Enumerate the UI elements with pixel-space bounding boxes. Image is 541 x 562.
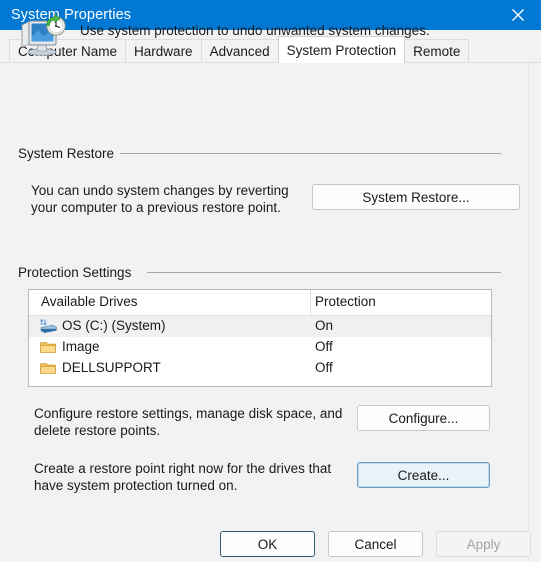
ok-button[interactable]: OK xyxy=(220,531,315,557)
table-row[interactable]: Image Off xyxy=(29,337,491,358)
apply-button: Apply xyxy=(436,531,531,557)
tab-system-protection[interactable]: System Protection xyxy=(277,36,406,63)
group-rule-protection-settings xyxy=(147,272,501,273)
group-rule-system-restore xyxy=(120,153,501,154)
panel-right-edge xyxy=(528,63,529,562)
configure-button[interactable]: Configure... xyxy=(357,405,490,431)
column-divider[interactable] xyxy=(310,290,311,315)
column-header-protection[interactable]: Protection xyxy=(315,294,376,309)
drive-name: Image xyxy=(62,339,100,354)
drive-protection-status: Off xyxy=(315,360,333,375)
group-label-system-restore: System Restore xyxy=(18,146,123,161)
header-row: Use system protection to undo unwanted s… xyxy=(0,9,541,63)
system-restore-button[interactable]: System Restore... xyxy=(312,184,520,210)
hard-drive-icon xyxy=(40,319,57,334)
create-description: Create a restore point right now for the… xyxy=(34,461,332,493)
system-restore-description: You can undo system changes by reverting… xyxy=(31,183,289,215)
folder-icon xyxy=(40,340,57,355)
cancel-button[interactable]: Cancel xyxy=(328,531,423,557)
drive-protection-status: On xyxy=(315,318,334,333)
drive-protection-status: Off xyxy=(315,339,333,354)
table-header-row: Available Drives Protection xyxy=(29,290,491,316)
folder-icon xyxy=(40,361,57,376)
system-protection-icon xyxy=(18,13,68,57)
system-properties-dialog: System Properties Computer Name Hardware… xyxy=(0,0,541,562)
group-label-protection-settings: Protection Settings xyxy=(18,265,140,280)
drive-name: OS (C:) (System) xyxy=(62,318,166,333)
available-drives-table[interactable]: Available Drives Protection OS (C:) (Sys… xyxy=(28,289,492,387)
table-row[interactable]: OS (C:) (System) On xyxy=(29,316,491,337)
drive-name: DELLSUPPORT xyxy=(62,360,161,375)
configure-description: Configure restore settings, manage disk … xyxy=(34,406,343,438)
column-header-available-drives[interactable]: Available Drives xyxy=(41,294,138,309)
create-button[interactable]: Create... xyxy=(357,462,490,488)
table-row[interactable]: DELLSUPPORT Off xyxy=(29,358,491,379)
